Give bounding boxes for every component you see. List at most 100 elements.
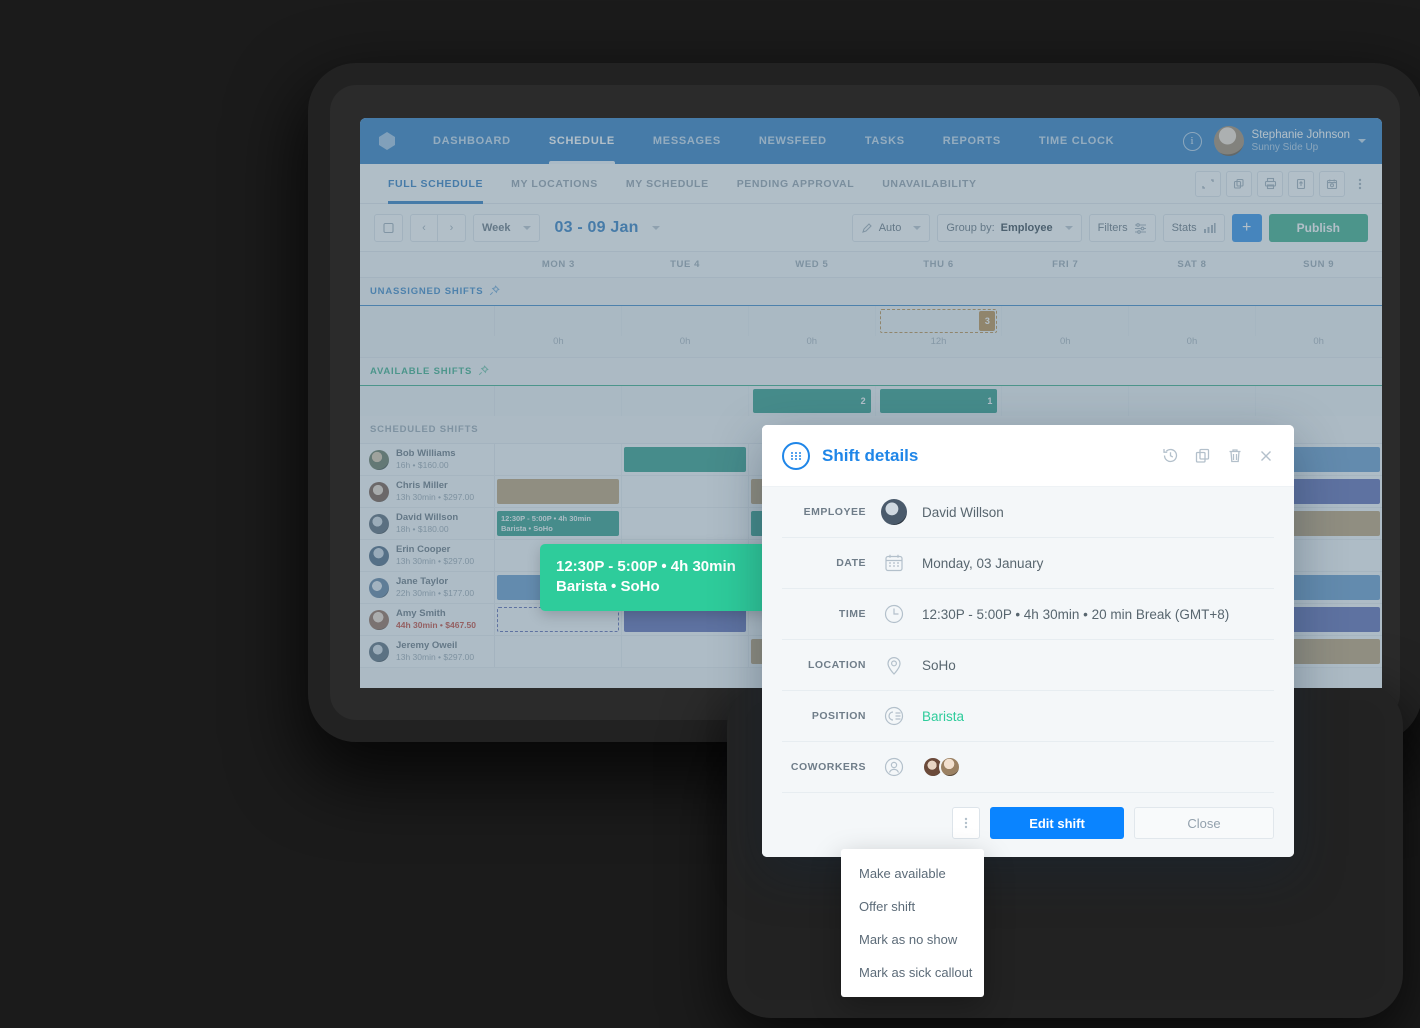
previous-week-button[interactable]: ‹: [410, 213, 438, 242]
date-nav-group: ‹ ›: [410, 213, 466, 242]
avatar: [369, 481, 389, 502]
history-icon[interactable]: [1161, 446, 1180, 465]
brand-logo-icon[interactable]: [360, 118, 414, 164]
detail-row-coworkers: COWORKERS: [782, 742, 1274, 793]
close-button[interactable]: Close: [1134, 807, 1274, 839]
nav-item-messages[interactable]: MESSAGES: [634, 118, 740, 164]
schedule-day-cell[interactable]: [495, 476, 622, 507]
copy-icon[interactable]: [1226, 170, 1252, 197]
schedule-day-cell[interactable]: [622, 476, 749, 507]
expand-icon[interactable]: [1195, 170, 1221, 197]
available-shift-chip[interactable]: 1: [879, 389, 998, 413]
nav-item-time-clock[interactable]: TIME CLOCK: [1020, 118, 1133, 164]
available-day-cell[interactable]: [495, 386, 622, 416]
employee-header[interactable]: Chris Miller 13h 30min • $297.00: [360, 476, 495, 507]
user-menu[interactable]: Stephanie Johnson Sunny Side Up: [1213, 126, 1366, 156]
employee-name: Bob Williams: [396, 448, 456, 460]
position-icon: [880, 702, 908, 730]
schedule-day-cell[interactable]: 12:30P - 5:00P • 4h 30min Barista • SoHo: [495, 508, 622, 539]
group-by-label: Group by:: [946, 221, 995, 234]
duplicate-icon[interactable]: [1194, 447, 1212, 465]
unassigned-day-cell[interactable]: [1256, 306, 1382, 336]
group-by-select[interactable]: Group by: Employee: [937, 213, 1082, 242]
unassigned-day-cell[interactable]: [749, 306, 876, 336]
group-by-value: Employee: [1000, 221, 1053, 234]
coworkers-avatars[interactable]: [922, 756, 961, 778]
edit-shift-button[interactable]: Edit shift: [990, 807, 1124, 839]
shift-block[interactable]: [497, 479, 619, 504]
schedule-day-cell[interactable]: [622, 444, 749, 475]
unassigned-day-cell[interactable]: [1129, 306, 1257, 336]
day-header-cell: WED 5: [795, 259, 829, 270]
chevron-down-icon[interactable]: [1358, 139, 1366, 143]
schedule-day-cell[interactable]: [495, 636, 622, 667]
trash-icon[interactable]: [1226, 447, 1244, 465]
available-day-cell[interactable]: [1002, 386, 1130, 416]
available-day-cell[interactable]: 2: [749, 386, 876, 416]
nav-item-tasks[interactable]: TASKS: [846, 118, 924, 164]
subnav-item-my-schedule[interactable]: MY SCHEDULE: [612, 164, 723, 204]
unassigned-day-cell[interactable]: 3: [876, 306, 1003, 336]
subnav-item-unavailability[interactable]: UNAVAILABILITY: [868, 164, 990, 204]
auto-schedule-button[interactable]: Auto: [851, 213, 931, 242]
detail-row-time: TIME 12:30P - 5:00P • 4h 30min • 20 min …: [782, 589, 1274, 640]
dropdown-item-mark-as-sick-callout[interactable]: Mark as sick callout: [841, 956, 984, 989]
shift-block[interactable]: 12:30P - 5:00P • 4h 30min Barista • SoHo: [497, 511, 619, 536]
employee-header[interactable]: Bob Williams 16h • $160.00: [360, 444, 495, 475]
available-shift-chip[interactable]: 2: [752, 389, 871, 413]
schedule-day-cell[interactable]: [622, 508, 749, 539]
employee-header[interactable]: David Willson 18h • $180.00: [360, 508, 495, 539]
available-day-cell[interactable]: [1129, 386, 1257, 416]
export-icon[interactable]: [1288, 170, 1314, 197]
dropdown-item-make-available[interactable]: Make available: [841, 857, 984, 890]
pin-icon[interactable]: [489, 284, 501, 299]
nav-item-newsfeed[interactable]: NEWSFEED: [740, 118, 846, 164]
calendar-sync-icon[interactable]: [1319, 170, 1345, 197]
section-available-shifts[interactable]: AVAILABLE SHIFTS: [360, 358, 1382, 386]
unassigned-day-cell[interactable]: [1002, 306, 1130, 336]
period-select[interactable]: Week: [473, 213, 540, 242]
unassigned-day-cell[interactable]: [495, 306, 622, 336]
publish-button[interactable]: Publish: [1268, 213, 1368, 242]
subnav-item-pending-approval[interactable]: PENDING APPROVAL: [723, 164, 869, 204]
more-vertical-icon[interactable]: [1350, 171, 1370, 197]
dropdown-item-mark-as-no-show[interactable]: Mark as no show: [841, 923, 984, 956]
dropdown-item-offer-shift[interactable]: Offer shift: [841, 890, 984, 923]
shift-details-title: Shift details: [822, 445, 919, 465]
avatar: [369, 609, 389, 630]
day-total-hours: 0h: [806, 336, 818, 347]
more-actions-button[interactable]: [952, 807, 980, 839]
available-day-cell[interactable]: 1: [876, 386, 1003, 416]
date-picker-chevron-down-icon[interactable]: [651, 225, 660, 230]
unassigned-shift-chip[interactable]: 3: [879, 309, 998, 333]
next-week-button[interactable]: ›: [438, 213, 466, 242]
available-day-cell[interactable]: [1256, 386, 1382, 416]
nav-item-dashboard[interactable]: DASHBOARD: [414, 118, 530, 164]
employee-header[interactable]: Jeremy Oweil 13h 30min • $297.00: [360, 636, 495, 667]
unassigned-day-cell[interactable]: [622, 306, 749, 336]
shift-details-body: EMPLOYEE David Willson DATE Monday, 03 J…: [762, 487, 1294, 793]
subnav-item-my-locations[interactable]: MY LOCATIONS: [497, 164, 612, 204]
shift-block[interactable]: [623, 447, 746, 472]
close-icon[interactable]: [1258, 448, 1274, 464]
employee-hours-cost: 44h 30min • $467.50: [396, 620, 476, 631]
pin-icon[interactable]: [478, 364, 489, 379]
view-toggle-button[interactable]: [374, 213, 403, 242]
date-range-label: 03 - 09 Jan: [554, 218, 639, 236]
schedule-day-cell[interactable]: [622, 636, 749, 667]
schedule-toolbar: ‹ › Week 03 - 09 Jan Auto Group by: Empl…: [360, 204, 1382, 252]
filters-button[interactable]: Filters: [1088, 213, 1156, 242]
nav-item-reports[interactable]: REPORTS: [924, 118, 1020, 164]
info-icon[interactable]: i: [1182, 131, 1202, 151]
nav-item-schedule[interactable]: SCHEDULE: [530, 118, 634, 164]
employee-header[interactable]: Erin Cooper 13h 30min • $297.00: [360, 540, 495, 571]
add-shift-button[interactable]: +: [1231, 213, 1262, 242]
print-icon[interactable]: [1257, 170, 1283, 197]
available-day-cell[interactable]: [622, 386, 749, 416]
subnav-item-full-schedule[interactable]: FULL SCHEDULE: [374, 164, 497, 204]
section-unassigned-shifts[interactable]: UNASSIGNED SHIFTS: [360, 278, 1382, 306]
employee-header[interactable]: Jane Taylor 22h 30min • $177.00: [360, 572, 495, 603]
employee-header[interactable]: Amy Smith 44h 30min • $467.50: [360, 604, 495, 635]
schedule-day-cell[interactable]: [495, 444, 622, 475]
stats-button[interactable]: Stats: [1162, 213, 1225, 242]
